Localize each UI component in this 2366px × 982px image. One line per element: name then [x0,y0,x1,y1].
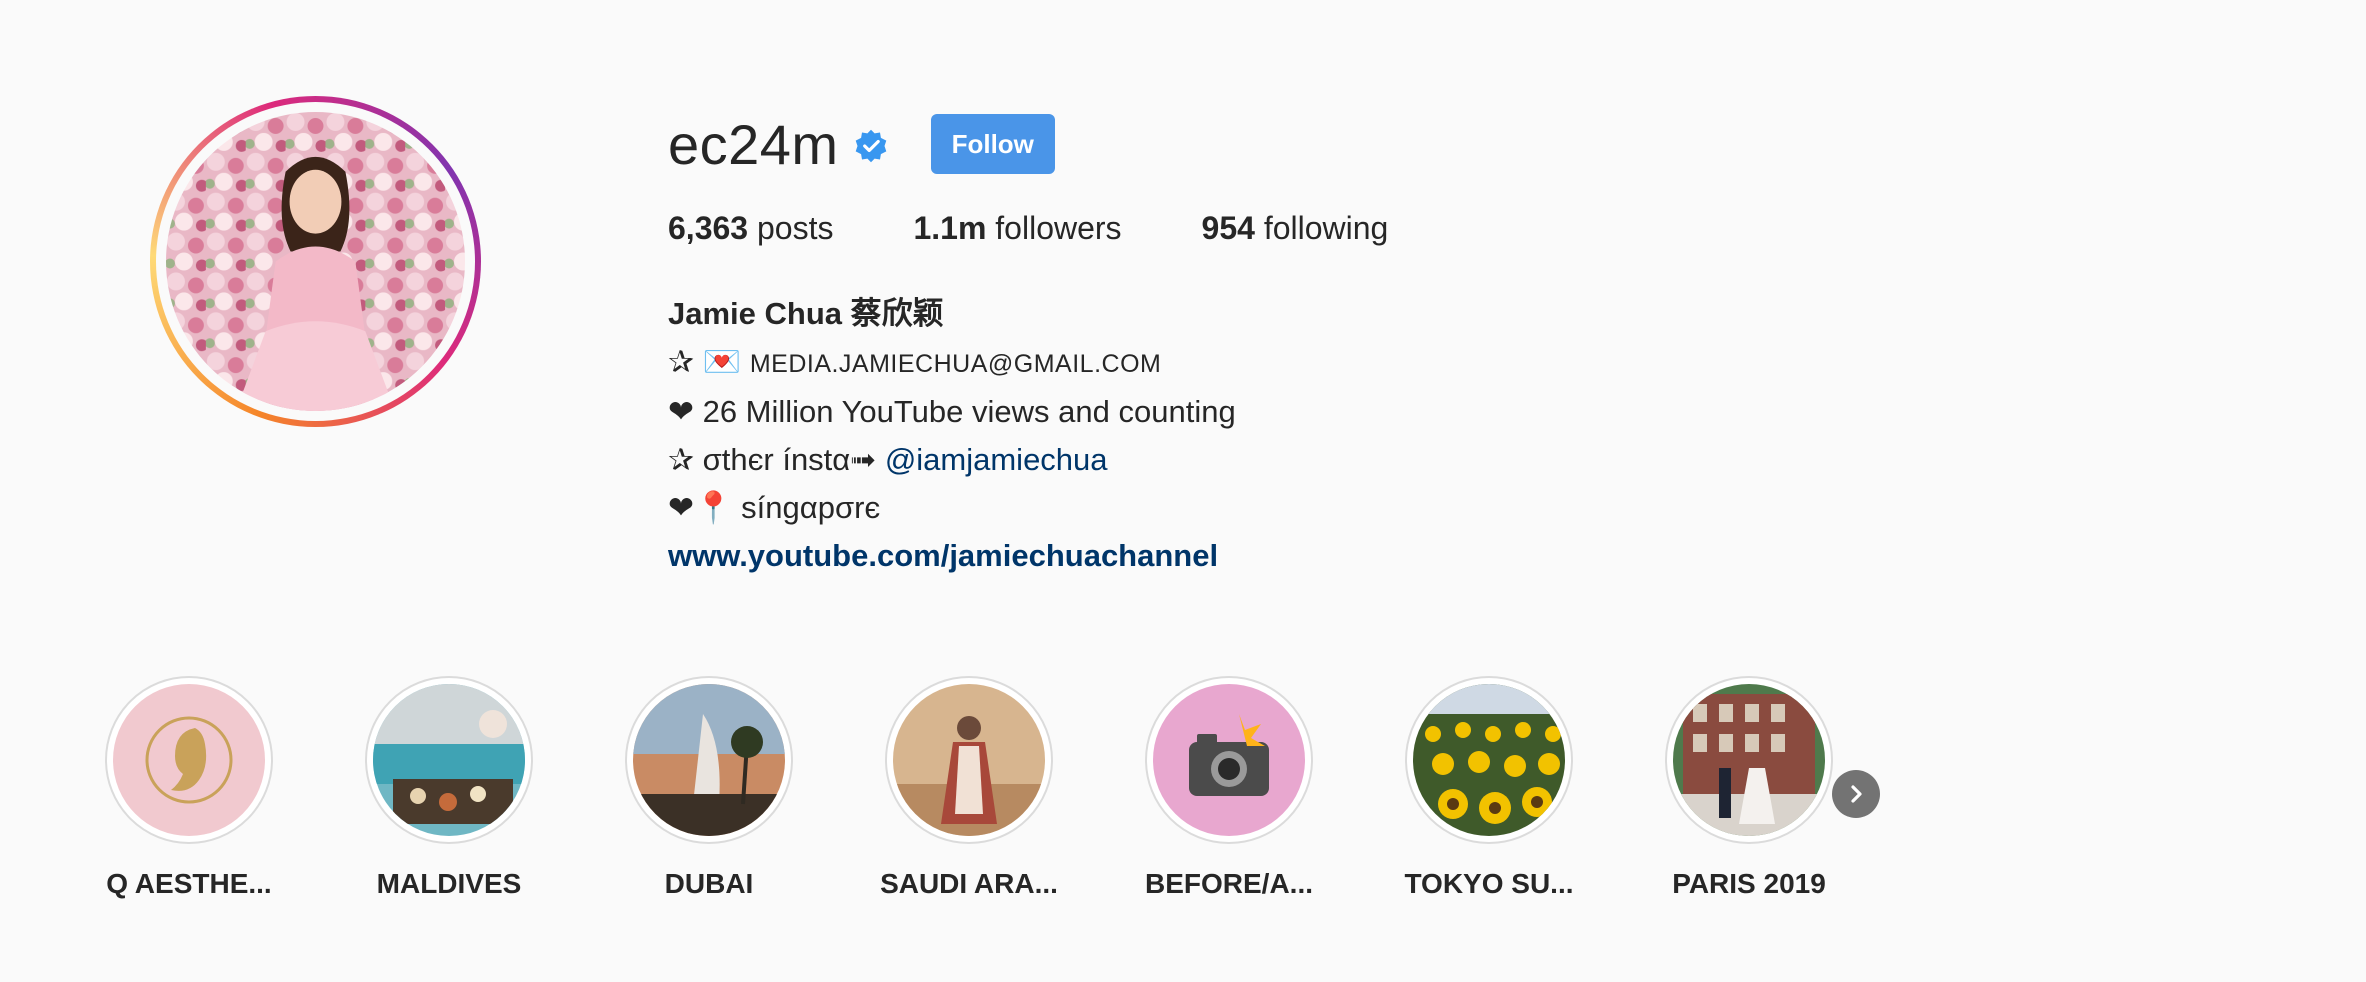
profile-header: ec24m Follow [668,100,1055,188]
sunflowers-photo [1413,684,1565,836]
highlight-label: SAUDI ARA... [880,868,1058,899]
profile-avatar[interactable] [150,96,481,427]
saudi-arabia-photo [893,684,1045,836]
highlight-item[interactable]: DUBAI [624,676,794,899]
website-link[interactable]: www.youtube.com/jamiechuachannel [668,538,1218,573]
highlight-item[interactable]: PARIS 2019 [1664,676,1834,899]
highlight-item[interactable]: Q AESTHE... [104,676,274,899]
highlight-item[interactable]: BEFORE/A... [1144,676,1314,899]
following-stat[interactable]: 954 following [1202,210,1389,247]
highlight-item[interactable]: SAUDI ARA... [880,676,1058,899]
profile-bio: Jamie Chua 蔡欣颖 ✰ 💌 MEDIA.JAMIECHUA@GMAIL… [668,290,1236,580]
highlight-cover [373,684,525,836]
highlight-cover [633,684,785,836]
username: ec24m [668,112,839,176]
full-name: Jamie Chua 蔡欣颖 [668,296,944,331]
followers-count: 1.1m [913,210,987,246]
highlight-cover [893,684,1045,836]
highlight-cover [1673,684,1825,836]
bio-email: MEDIA.JAMIECHUA@GMAIL.COM [749,350,1162,378]
highlight-label: DUBAI [664,868,754,899]
bio-line-youtube: ❤ 26 Million YouTube views and counting [668,394,1236,429]
profile-stats: 6,363 posts 1.1m followers 954 following [668,210,1468,247]
camera-flash-icon [1153,684,1305,836]
posts-label: posts [748,210,834,246]
posts-count: 6,363 [668,210,749,246]
follow-button[interactable]: Follow [930,114,1055,174]
following-label: following [1254,210,1389,246]
bio-line-other-insta: ✰ σthєr ínstα➟ @iamjamiechua [668,436,1236,484]
highlight-item[interactable]: MALDIVES [364,676,534,899]
mention-link[interactable]: @iamjamiechua [885,442,1108,477]
avatar-image [166,112,465,411]
highlight-cover [1153,684,1305,836]
posts-stat: 6,363 posts [668,210,833,247]
highlight-label: TOKYO SU... [1404,868,1574,899]
highlight-label: MALDIVES [376,868,522,899]
highlights-next-button[interactable] [1832,770,1880,818]
highlight-item[interactable]: TOKYO SU... [1404,676,1574,899]
highlight-label: PARIS 2019 [1672,868,1826,899]
highlight-label: BEFORE/A... [1144,868,1313,899]
bio-other-insta-prefix: ✰ σthєr ínstα➟ [668,442,885,477]
woman-profile-icon [113,684,265,836]
highlight-cover [1413,684,1565,836]
bio-email-prefix: ✰ 💌 [668,344,750,379]
followers-stat[interactable]: 1.1m followers [913,210,1121,247]
verified-badge-icon [855,129,886,163]
highlight-cover [113,684,265,836]
bio-line-email: ✰ 💌 MEDIA.JAMIECHUA@GMAIL.COM [668,338,1236,388]
bio-line-location: ❤📍 síngαpσrє [668,490,881,525]
paris-photo [1673,684,1825,836]
chevron-right-icon [1851,785,1862,803]
highlight-label: Q AESTHE... [106,868,272,899]
dubai-photo [633,684,785,836]
followers-label: followers [986,210,1122,246]
following-count: 954 [1201,210,1255,246]
avatar-photo [166,112,465,411]
maldives-photo [373,684,525,836]
